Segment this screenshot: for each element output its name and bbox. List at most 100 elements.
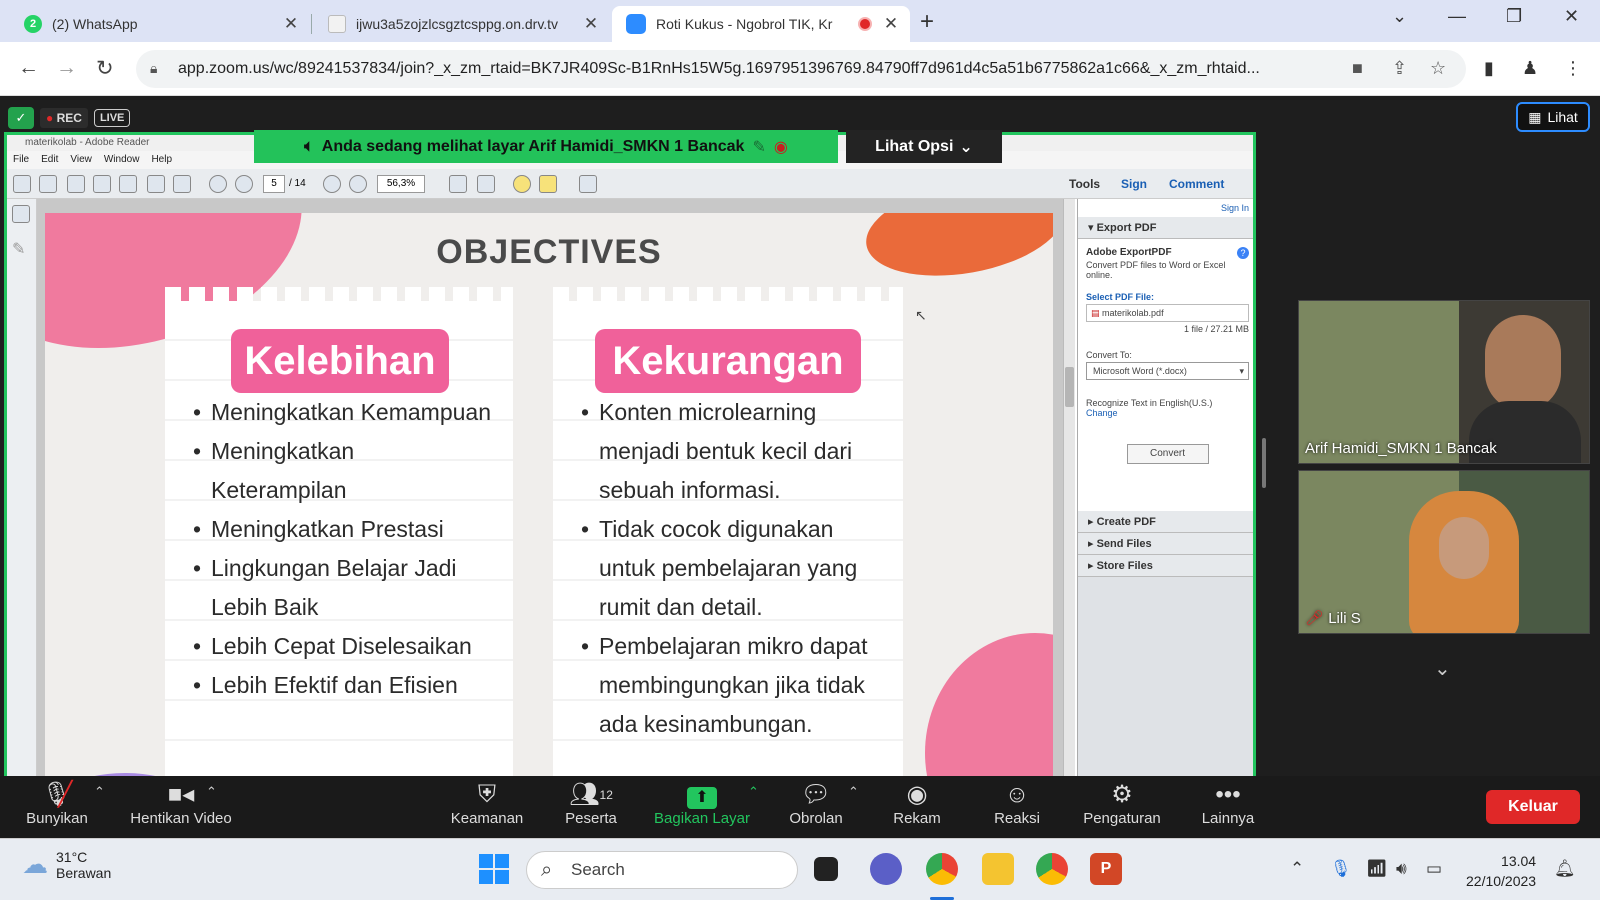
- view-button[interactable]: ▦ Lihat: [1516, 102, 1590, 132]
- address-bar[interactable]: 🔒︎ app.zoom.us/wc/89241537834/join?_x_zm…: [136, 50, 1466, 88]
- camera-icon[interactable]: ■: [1352, 58, 1363, 79]
- edit-icon[interactable]: [67, 175, 85, 193]
- encryption-shield-icon[interactable]: ✓: [8, 107, 34, 129]
- comment-icon[interactable]: [513, 175, 531, 193]
- task-view-icon[interactable]: [814, 857, 838, 881]
- notifications-bell-icon[interactable]: 🔔︎: [1554, 859, 1576, 879]
- share-screen-button[interactable]: ⬆ Bagikan Layar: [652, 780, 752, 838]
- close-window-button[interactable]: ✕: [1564, 6, 1579, 27]
- convert-button[interactable]: Convert: [1126, 444, 1209, 464]
- full-screen-icon[interactable]: [579, 175, 597, 193]
- video-options-chevron-icon[interactable]: ⌃: [206, 784, 217, 800]
- audio-options-chevron-icon[interactable]: ⌃: [94, 784, 105, 800]
- powerpoint-icon[interactable]: P: [1090, 853, 1122, 885]
- zoom-in-icon[interactable]: [349, 175, 367, 193]
- menu-edit[interactable]: Edit: [41, 151, 58, 169]
- restore-button[interactable]: ❐: [1506, 6, 1522, 27]
- muted-mic-icon: 🎙︎╱: [41, 781, 73, 808]
- document-view[interactable]: OBJECTIVES Kelebihan Meningkatkan Kemamp…: [37, 199, 1067, 826]
- new-tab-button[interactable]: +: [920, 8, 934, 36]
- weather-widget[interactable]: ☁ 31°C Berawan: [22, 849, 111, 881]
- taskbar-search[interactable]: ⌕ Search: [526, 851, 798, 889]
- close-tab-icon[interactable]: ✕: [882, 14, 900, 34]
- menu-file[interactable]: File: [13, 151, 29, 169]
- chat-button[interactable]: 💬︎ Obrolan: [784, 780, 848, 838]
- share-icon[interactable]: ⇪: [1392, 58, 1407, 79]
- stop-video-button[interactable]: ■◂ Hentikan Video: [126, 780, 236, 838]
- fit-page-icon[interactable]: [449, 175, 467, 193]
- sign-link[interactable]: Sign: [1121, 177, 1147, 191]
- tools-link[interactable]: Tools: [1069, 177, 1100, 191]
- create-pdf-section[interactable]: ▸ Create PDF: [1078, 511, 1253, 533]
- print-icon[interactable]: [147, 175, 165, 193]
- more-button[interactable]: ••• Lainnya: [1196, 780, 1260, 838]
- security-button[interactable]: ⛨ Keamanan: [444, 780, 530, 838]
- battery-icon[interactable]: ▭: [1426, 859, 1442, 879]
- forward-button[interactable]: →: [56, 56, 77, 80]
- help-icon[interactable]: ?: [1237, 247, 1249, 259]
- menu-view[interactable]: View: [70, 151, 92, 169]
- page-number-input[interactable]: 5: [263, 175, 285, 193]
- close-tab-icon[interactable]: ✕: [282, 14, 300, 34]
- windows-start-icon[interactable]: [478, 853, 510, 885]
- reload-button[interactable]: ↻: [96, 56, 114, 81]
- export-pdf-header[interactable]: ▾ Export PDF: [1078, 217, 1253, 239]
- back-button[interactable]: ←: [18, 56, 39, 80]
- create-pdf-icon[interactable]: [13, 175, 31, 193]
- tab-zoom[interactable]: Roti Kukus - Ngobrol TIK, Kr ✕: [612, 6, 910, 42]
- profile-avatar[interactable]: ♟: [1522, 58, 1538, 79]
- system-clock[interactable]: 13.04 22/10/2023: [1466, 851, 1536, 891]
- highlight-icon[interactable]: [539, 175, 557, 193]
- participant-video-lili[interactable]: 🎤︎ Lili S: [1298, 470, 1590, 634]
- show-hidden-icons-chevron[interactable]: ⌃: [1290, 859, 1304, 879]
- pages-panel-icon[interactable]: [12, 205, 30, 223]
- panel-splitter[interactable]: [1262, 438, 1266, 488]
- reactions-button[interactable]: ☺ Reaksi: [986, 780, 1048, 838]
- record-button[interactable]: ◉ Rekam: [884, 780, 950, 838]
- volume-icon[interactable]: 🔊︎: [1396, 859, 1407, 879]
- gallery-scroll-chevron-icon[interactable]: ⌄: [1434, 656, 1451, 681]
- email-icon[interactable]: [173, 175, 191, 193]
- chrome-icon[interactable]: [926, 853, 958, 885]
- teams-chat-icon[interactable]: [870, 853, 902, 885]
- wifi-icon[interactable]: 📶︎: [1366, 859, 1388, 879]
- browser-menu-icon[interactable]: ⋮: [1564, 58, 1582, 79]
- store-files-section[interactable]: ▸ Store Files: [1078, 555, 1253, 577]
- side-panel-icon[interactable]: ▮: [1484, 58, 1494, 79]
- unmute-button[interactable]: 🎙︎╱ Bunyikan: [20, 780, 94, 838]
- document-scrollbar[interactable]: [1063, 199, 1075, 826]
- settings-button[interactable]: ⚙ Pengaturan: [1076, 780, 1168, 838]
- menu-window[interactable]: Window: [104, 151, 140, 169]
- zoom-level-input[interactable]: 56,3%: [377, 175, 425, 193]
- minimize-button[interactable]: —: [1448, 6, 1466, 27]
- change-link[interactable]: Change: [1086, 408, 1249, 418]
- prev-page-icon[interactable]: [209, 175, 227, 193]
- chat-options-chevron-icon[interactable]: ⌃: [848, 784, 859, 800]
- zoom-out-icon[interactable]: [323, 175, 341, 193]
- leave-meeting-button[interactable]: Keluar: [1486, 790, 1580, 824]
- selected-file-field[interactable]: ▤ materikolab.pdf: [1086, 304, 1249, 322]
- export-icon[interactable]: [39, 175, 57, 193]
- view-options-button[interactable]: Lihat Opsi ⌄: [846, 130, 1002, 163]
- save-icon[interactable]: [119, 175, 137, 193]
- microphone-icon[interactable]: 🎙︎: [1330, 859, 1352, 879]
- participant-video-arif[interactable]: Arif Hamidi_SMKN 1 Bancak: [1298, 300, 1590, 464]
- cloud-icon[interactable]: [93, 175, 111, 193]
- next-page-icon[interactable]: [235, 175, 253, 193]
- participants-button[interactable]: 👥︎12 Peserta: [558, 780, 624, 838]
- tab-whatsapp[interactable]: 2 (2) WhatsApp ✕: [10, 6, 310, 42]
- chrome-profile-icon[interactable]: [1036, 853, 1068, 885]
- send-files-section[interactable]: ▸ Send Files: [1078, 533, 1253, 555]
- share-options-chevron-icon[interactable]: ⌃: [748, 784, 759, 800]
- bookmark-star-icon[interactable]: ☆: [1430, 58, 1446, 79]
- sign-in-link[interactable]: Sign In: [1078, 199, 1253, 217]
- list-item: Meningkatkan Keterampilan: [193, 432, 393, 510]
- file-explorer-icon[interactable]: [982, 853, 1014, 885]
- menu-help[interactable]: Help: [151, 151, 172, 169]
- fit-width-icon[interactable]: [477, 175, 495, 193]
- close-tab-icon[interactable]: ✕: [582, 14, 600, 34]
- comment-link[interactable]: Comment: [1169, 177, 1224, 191]
- tab-search-chevron-icon[interactable]: ⌄: [1392, 6, 1407, 27]
- format-select[interactable]: Microsoft Word (*.docx) ▾: [1086, 362, 1249, 380]
- tab-drive[interactable]: ijwu3a5zojzlcsgztcsppg.on.drv.tv ✕: [314, 6, 610, 42]
